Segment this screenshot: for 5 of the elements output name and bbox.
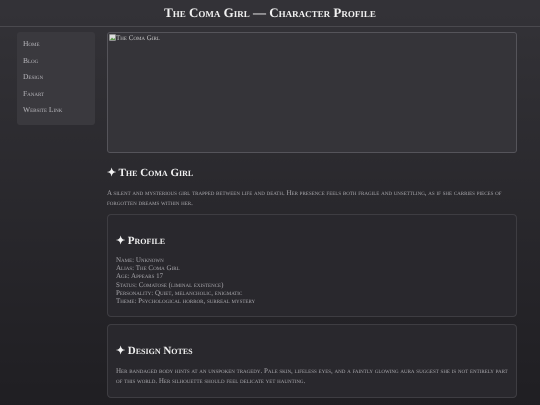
page-title: The Coma Girl — Character Profile bbox=[164, 5, 376, 21]
section-heading: ✦ Profile bbox=[116, 234, 166, 247]
broken-image-icon bbox=[109, 34, 116, 41]
section-heading: ✦ The Coma Girl bbox=[107, 166, 194, 179]
section-heading: ✦ Design Notes bbox=[116, 344, 194, 358]
